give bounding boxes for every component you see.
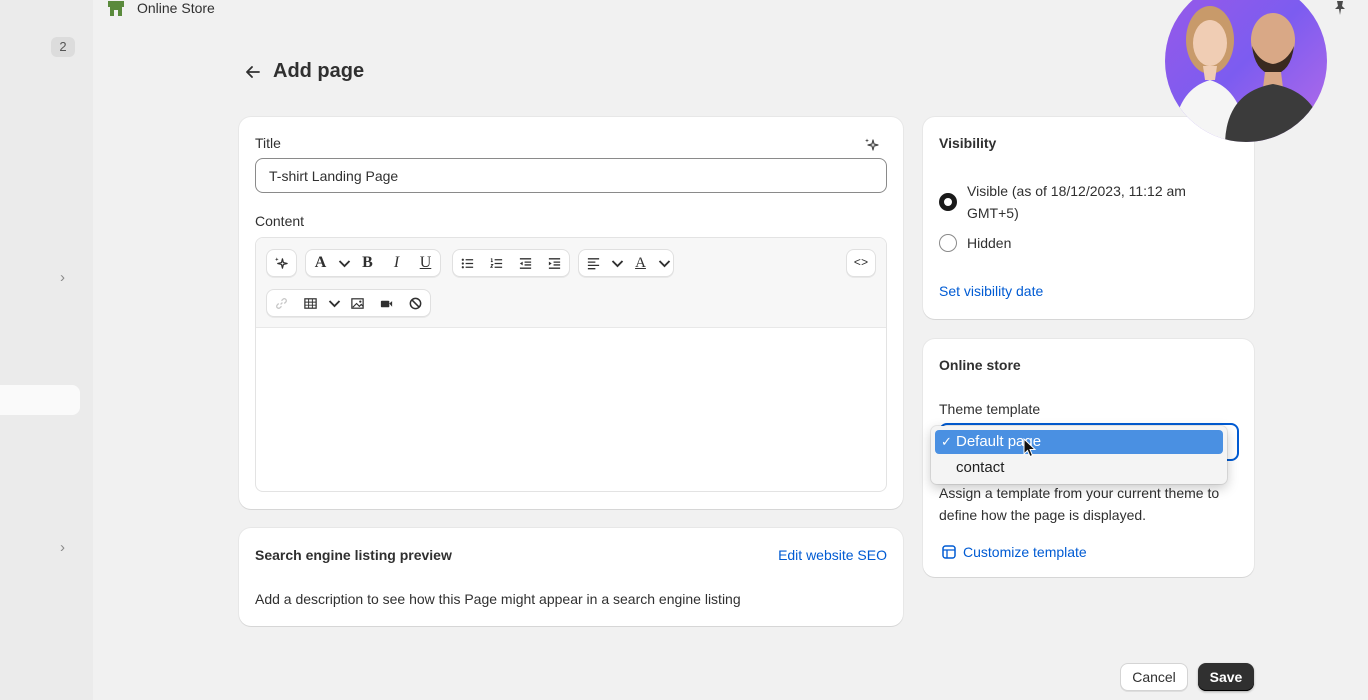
editor-toolbar: A B I U A <> <box>256 238 886 328</box>
content-label: Content <box>255 213 305 229</box>
check-icon: ✓ <box>941 434 952 449</box>
magic-sparkle-icon[interactable] <box>267 250 296 276</box>
pin-icon[interactable] <box>1332 0 1348 16</box>
online-store-card-title: Online store <box>939 357 1021 373</box>
back-arrow-icon[interactable] <box>244 63 262 81</box>
visible-radio[interactable] <box>939 193 957 211</box>
bold-button[interactable]: B <box>353 250 382 276</box>
customize-template-link[interactable]: Customize template <box>941 544 1087 560</box>
dropdown-option-contact[interactable]: contact <box>935 456 1223 480</box>
link-icon[interactable] <box>267 290 296 316</box>
page-header: Add page <box>244 60 364 83</box>
hidden-radio-label: Hidden <box>967 235 1012 251</box>
html-code-button[interactable]: <> <box>847 250 875 276</box>
sidebar-expand-chevron-icon[interactable]: › <box>60 270 65 286</box>
dropdown-option-default-page[interactable]: ✓ Default page <box>935 430 1223 454</box>
visible-label-line1: Visible (as of 18/12/2023, 11:12 am <box>967 183 1186 199</box>
chevron-down-icon[interactable] <box>608 250 626 276</box>
bullet-list-icon[interactable] <box>453 250 482 276</box>
visibility-card-title: Visibility <box>939 135 997 151</box>
chevron-down-icon[interactable] <box>325 290 343 316</box>
seo-card-title: Search engine listing preview <box>255 547 452 563</box>
numbered-list-icon[interactable] <box>482 250 511 276</box>
hidden-radio[interactable] <box>939 234 957 252</box>
sidebar-expand-chevron-icon[interactable]: › <box>60 540 65 556</box>
magic-sparkle-icon[interactable] <box>864 137 880 153</box>
visible-radio-label: Visible (as of 18/12/2023, 11:12 am GMT+… <box>967 180 1186 224</box>
outdent-icon[interactable] <box>511 250 540 276</box>
toolbar-group-align-color: A <box>578 249 674 277</box>
underline-button[interactable]: U <box>411 250 440 276</box>
image-icon[interactable] <box>343 290 372 316</box>
table-icon[interactable] <box>296 290 325 316</box>
topbar: Online Store <box>106 0 215 20</box>
editor-content-area[interactable] <box>256 328 886 491</box>
clear-formatting-icon[interactable] <box>401 290 430 316</box>
template-icon <box>942 545 956 559</box>
option-label: contact <box>956 459 1005 476</box>
toolbar-group-code: <> <box>846 249 876 277</box>
topbar-store-name: Online Store <box>137 0 215 16</box>
align-left-icon[interactable] <box>579 250 608 276</box>
sidebar-item-active[interactable] <box>0 385 80 415</box>
save-button[interactable]: Save <box>1198 663 1254 691</box>
toolbar-group-insert <box>266 289 431 317</box>
sidebar: 2 › › <box>0 0 93 700</box>
store-icon <box>108 1 124 16</box>
theme-template-help: Assign a template from your current them… <box>939 485 1220 523</box>
cancel-button[interactable]: Cancel <box>1120 663 1188 691</box>
italic-button[interactable]: I <box>382 250 411 276</box>
theme-template-label: Theme template <box>939 401 1041 417</box>
page-title: Add page <box>273 60 365 82</box>
visible-label-line2: GMT+5) <box>967 205 1019 221</box>
set-visibility-date-link[interactable]: Set visibility date <box>939 283 1043 299</box>
indent-icon[interactable] <box>540 250 569 276</box>
visibility-card: Visibility Visible (as of 18/12/2023, 11… <box>923 117 1254 319</box>
rich-text-editor: A B I U A <> <box>255 237 887 492</box>
font-style-button[interactable]: A <box>306 250 335 276</box>
theme-template-dropdown: ✓ Default page contact <box>931 426 1227 484</box>
toolbar-group-text-format: A B I U <box>305 249 441 277</box>
edit-seo-link[interactable]: Edit website SEO <box>778 547 887 563</box>
chevron-down-icon[interactable] <box>335 250 353 276</box>
title-input[interactable] <box>255 158 887 193</box>
title-label: Title <box>255 135 281 151</box>
mouse-cursor-icon <box>1023 438 1037 458</box>
video-icon[interactable] <box>372 290 401 316</box>
seo-preview-card: Search engine listing preview Edit websi… <box>239 528 903 626</box>
text-color-button[interactable]: A <box>626 250 655 276</box>
page-content-card: Title Content A B I U <box>239 117 903 509</box>
toolbar-group-lists <box>452 249 570 277</box>
seo-description: Add a description to see how this Page m… <box>255 591 741 607</box>
chevron-down-icon[interactable] <box>655 250 673 276</box>
customize-template-label: Customize template <box>963 544 1087 560</box>
sidebar-count-badge: 2 <box>51 37 75 57</box>
toolbar-group-magic <box>266 249 297 277</box>
